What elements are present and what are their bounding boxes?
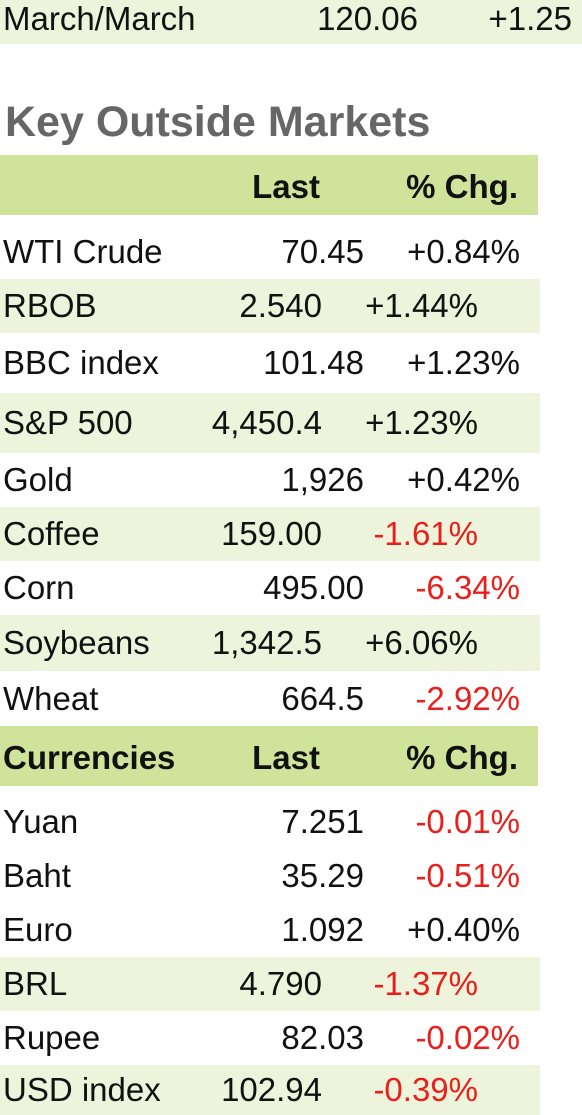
row-label: Yuan [3,803,79,840]
table-row: BBC index 101.48 +1.23% [0,333,582,393]
row-label: Gold [3,461,73,498]
row-last: 159.00 [221,515,322,552]
row-change: -0.39% [373,1071,478,1108]
row-change: -0.51% [415,857,520,894]
row-change: -6.34% [415,569,520,606]
row-last: 2.540 [239,287,322,324]
table-row: RBOB 2.540 +1.44% [0,279,540,333]
currencies-header-last: Last [252,739,320,776]
row-label: Corn [3,569,75,606]
row-label: WTI Crude [3,233,163,270]
top-row-label: March/March [3,0,196,37]
markets-header: Last % Chg. [0,155,538,215]
table-row: Gold 1,926 +0.42% [0,453,582,507]
table-row: S&P 500 4,450.4 +1.23% [0,393,540,453]
row-last: 495.00 [263,569,364,606]
table-row: USD index 102.94 -0.39% [0,1065,540,1115]
row-last: 7.251 [281,803,364,840]
row-last: 4.790 [239,965,322,1002]
currencies-header-label: Currencies [3,739,176,776]
currencies-header-chg: % Chg. [406,739,518,776]
row-last: 664.5 [281,680,364,717]
row-label: RBOB [3,287,97,324]
row-change: +6.06% [365,624,478,661]
table-row: Coffee 159.00 -1.61% [0,507,540,561]
table-row: Corn 495.00 -6.34% [0,561,582,615]
currencies-header: Currencies Last % Chg. [0,726,538,786]
table-row: BRL 4.790 -1.37% [0,957,540,1011]
top-row-last: 120.06 [317,0,418,37]
row-label: Soybeans [3,624,150,661]
table-row: Rupee 82.03 -0.02% [0,1011,582,1065]
row-label: Rupee [3,1019,101,1056]
table-row: Yuan 7.251 -0.01% [0,795,582,849]
row-change: -2.92% [415,680,520,717]
row-change: +0.40% [407,911,520,948]
row-change: +1.23% [407,344,520,381]
top-row: March/March 120.06 +1.25 [0,0,582,44]
table-row: Wheat 664.5 -2.92% [0,671,582,726]
row-label: BBC index [3,344,159,381]
row-label: USD index [3,1071,161,1108]
row-last: 70.45 [281,233,364,270]
row-label: Euro [3,911,73,948]
row-change: +0.84% [407,233,520,270]
table-row: Soybeans 1,342.5 +6.06% [0,615,540,671]
row-last: 1,342.5 [211,624,322,661]
row-change: +1.23% [365,404,478,441]
row-label: Baht [3,857,71,894]
table-row: Baht 35.29 -0.51% [0,849,582,903]
row-last: 102.94 [221,1071,322,1108]
row-change: +1.44% [365,287,478,324]
row-change: -0.01% [415,803,520,840]
markets-header-chg: % Chg. [406,168,518,205]
top-row-chg: +1.25 [488,0,573,37]
markets-header-last: Last [252,168,320,205]
row-last: 4,450.4 [211,404,322,441]
row-last: 101.48 [263,344,364,381]
row-last: 1,926 [281,461,364,498]
table-row: WTI Crude 70.45 +0.84% [0,225,582,279]
row-label: Coffee [3,515,100,552]
row-last: 1.092 [281,911,364,948]
row-label: BRL [3,965,68,1002]
row-last: 82.03 [281,1019,364,1056]
row-label: S&P 500 [3,404,133,441]
row-last: 35.29 [281,857,364,894]
table-row: Euro 1.092 +0.40% [0,903,582,957]
row-change: -1.37% [373,965,478,1002]
row-change: -1.61% [373,515,478,552]
page-title: Key Outside Markets [5,98,431,146]
row-change: +0.42% [407,461,520,498]
row-change: -0.02% [415,1019,520,1056]
row-label: Wheat [3,680,99,717]
